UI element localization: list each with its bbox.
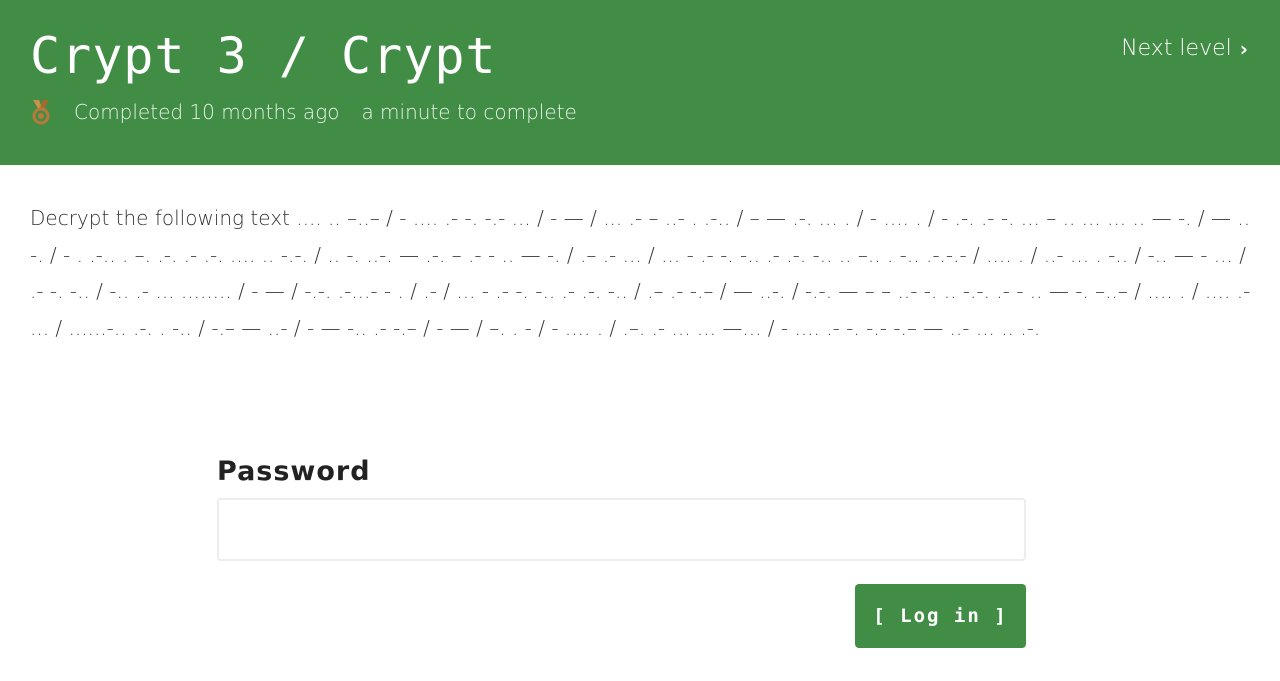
completed-time: Completed 10 months ago [74,100,340,124]
login-form: Password [ Log in ] [217,450,1026,648]
completion-duration: a minute to complete [361,100,577,124]
next-level-label: Next level [1121,36,1232,61]
password-label: Password [217,456,371,487]
chevron-right-icon: › [1239,36,1248,61]
password-input[interactable] [217,498,1026,561]
medal-icon [32,100,50,125]
login-button[interactable]: [ Log in ] [855,584,1026,648]
next-level-link[interactable]: Next level › [1121,36,1248,61]
page-title: Crypt 3 / Crypt [30,27,497,85]
level-header: Crypt 3 / Crypt Next level › Completed 1… [0,0,1280,165]
challenge-description: Decrypt the following text .... .. –..– … [30,206,1251,340]
completion-meta: Completed 10 months ago a minute to comp… [30,98,577,126]
